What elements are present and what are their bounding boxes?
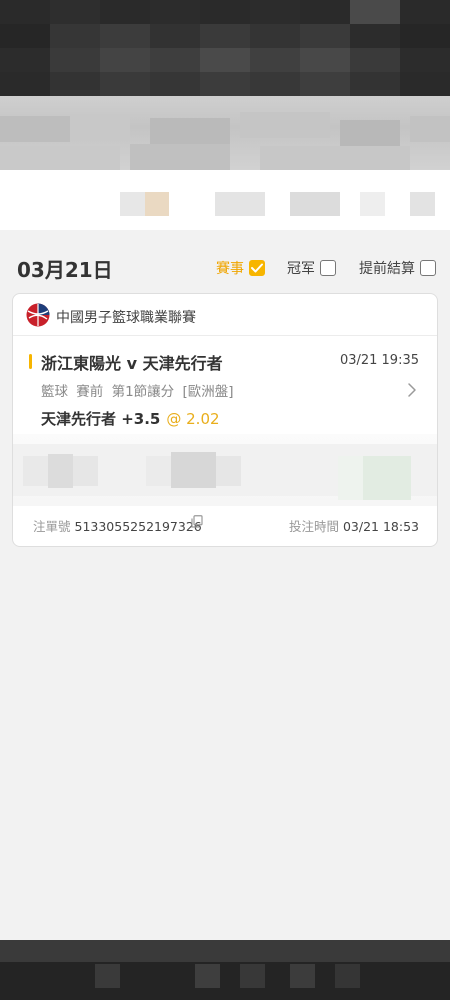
chevron-right-icon[interactable] xyxy=(407,382,417,398)
placed-time: 投注時間 03/21 18:53 xyxy=(289,516,419,535)
checkbox-unchecked-icon xyxy=(420,260,436,276)
copy-icon[interactable] xyxy=(191,515,203,528)
filter-cashout-checkbox[interactable]: 提前結算 xyxy=(359,258,436,278)
ref-label: 注單號 xyxy=(33,519,71,534)
cba-logo-icon xyxy=(26,303,50,327)
match-accent-bar xyxy=(29,354,32,369)
checkbox-unchecked-icon xyxy=(320,260,336,276)
filter-outright-label: 冠军 xyxy=(287,261,315,277)
league-name: 中國男子籃球職業聯賽 xyxy=(56,310,196,326)
placed-label: 投注時間 xyxy=(288,519,339,534)
pixelated-banner xyxy=(0,96,450,174)
obscured-stake-area xyxy=(13,434,437,506)
bet-reference: 注單號 5133055252197326 xyxy=(33,516,202,535)
league-header: 中國男子籃球職業聯賽 xyxy=(13,294,437,336)
market-description: 籃球 賽前 第1節讓分 [歐洲盤] xyxy=(41,384,234,400)
bottom-navigation-bar xyxy=(0,940,450,1000)
match-title: 浙江東陽光 v 天津先行者 xyxy=(41,354,223,373)
top-header-area xyxy=(0,0,450,230)
bet-footer: 注單號 5133055252197326 投注時間 03/21 18:53 xyxy=(13,514,437,536)
checkbox-checked-icon xyxy=(249,260,265,276)
bet-card[interactable]: 中國男子籃球職業聯賽 浙江東陽光 v 天津先行者 03/21 19:35 籃球 … xyxy=(12,293,438,547)
filter-cashout-label: 提前結算 xyxy=(359,261,415,277)
match-time: 03/21 19:35 xyxy=(339,353,419,368)
odds-value: @ 2.02 xyxy=(166,410,220,428)
bottom-strip xyxy=(0,940,450,962)
filter-events-label: 賽事 xyxy=(216,261,244,277)
placed-time-value: 03/21 18:53 xyxy=(342,519,419,534)
filter-row: 03月21日 賽事 冠军 提前結算 xyxy=(0,246,450,286)
filter-outright-checkbox[interactable]: 冠军 xyxy=(287,258,336,278)
ref-number: 5133055252197326 xyxy=(74,519,202,534)
filter-events-checkbox[interactable]: 賽事 xyxy=(216,258,265,278)
pixelated-subbanner xyxy=(0,170,450,230)
selection-label: 天津先行者 +3.5 xyxy=(41,410,161,428)
bet-selection: 天津先行者 +3.5 @ 2.02 xyxy=(41,408,220,429)
date-label: 03月21日 xyxy=(17,258,113,282)
